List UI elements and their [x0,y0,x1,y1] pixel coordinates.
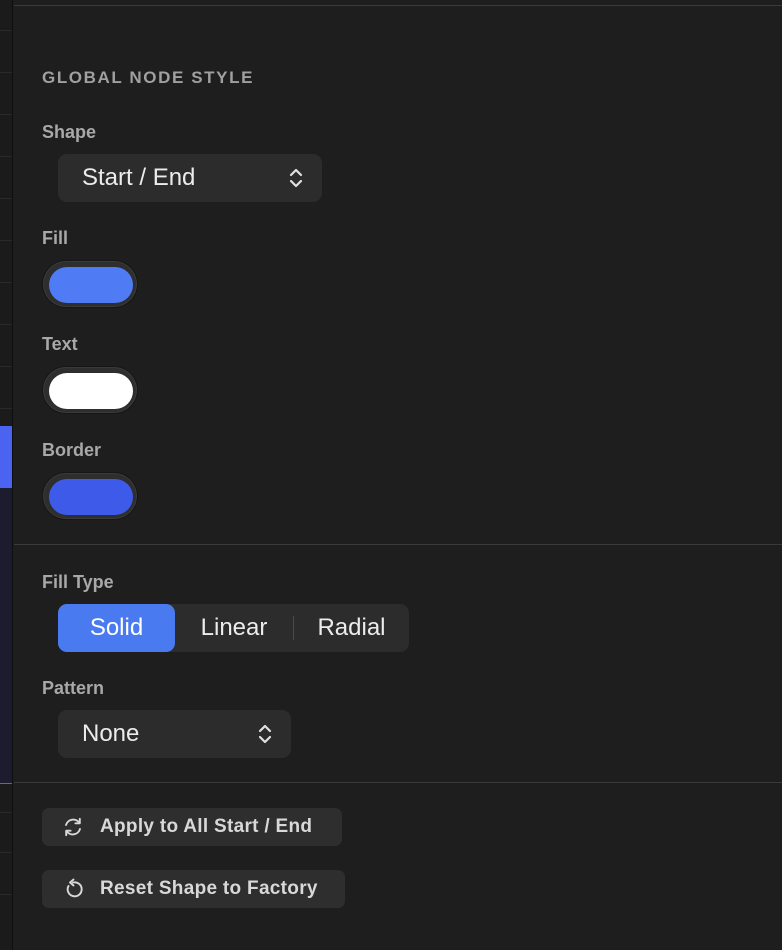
fill-type-option-solid[interactable]: Solid [58,604,175,652]
section-divider [14,782,782,783]
canvas-gridline [0,324,12,325]
shape-value: Start / End [82,164,196,191]
fill-color-well[interactable] [42,260,138,308]
shape-label: Shape [42,122,97,142]
canvas-gridline [0,198,12,199]
text-label: Text [42,334,78,354]
pattern-label: Pattern [42,678,105,698]
apply-to-all-label: Apply to All Start / End [100,816,313,837]
node-style-inspector: GLOBAL NODE STYLE Shape Start / End Fill… [14,0,782,950]
canvas-selection-indicator [0,426,12,488]
canvas-gridline [0,366,12,367]
canvas-gridline [0,812,12,813]
apply-to-all-button[interactable]: Apply to All Start / End [42,808,342,846]
fill-type-segmented-control: Solid Linear Radial [58,604,409,652]
canvas-gridline [0,72,12,73]
pattern-popup[interactable]: None [58,710,291,758]
fill-type-option-radial[interactable]: Radial [294,604,409,652]
shape-popup[interactable]: Start / End [58,154,322,202]
border-color-well[interactable] [42,472,138,520]
fill-type-option-linear[interactable]: Linear [175,604,293,652]
undo-icon [66,878,83,898]
top-divider [14,5,782,6]
canvas-gridline [0,114,12,115]
canvas-gridline [0,156,12,157]
text-color-swatch [49,373,133,409]
section-divider [14,544,782,545]
canvas-gridline [0,30,12,31]
section-title: GLOBAL NODE STYLE [42,68,255,87]
canvas-edge [0,0,13,950]
pattern-value: None [82,720,140,747]
canvas-gridline [0,282,12,283]
canvas-gridline [0,240,12,241]
inspector-window: GLOBAL NODE STYLE Shape Start / End Fill… [0,0,782,950]
fill-color-swatch [49,267,133,303]
fill-type-label: Fill Type [42,572,114,592]
reset-shape-label: Reset Shape to Factory [100,878,318,899]
text-color-well[interactable] [42,366,138,414]
fill-label: Fill [42,228,68,248]
canvas-selection-region [0,488,12,784]
chevron-up-down-icon [258,724,272,744]
refresh-icon [65,817,81,837]
canvas-gridline [0,894,12,895]
chevron-up-down-icon [289,168,303,188]
reset-shape-button[interactable]: Reset Shape to Factory [42,870,345,908]
border-label: Border [42,440,102,460]
canvas-gridline [0,408,12,409]
canvas-gridline [0,852,12,853]
border-color-swatch [49,479,133,515]
